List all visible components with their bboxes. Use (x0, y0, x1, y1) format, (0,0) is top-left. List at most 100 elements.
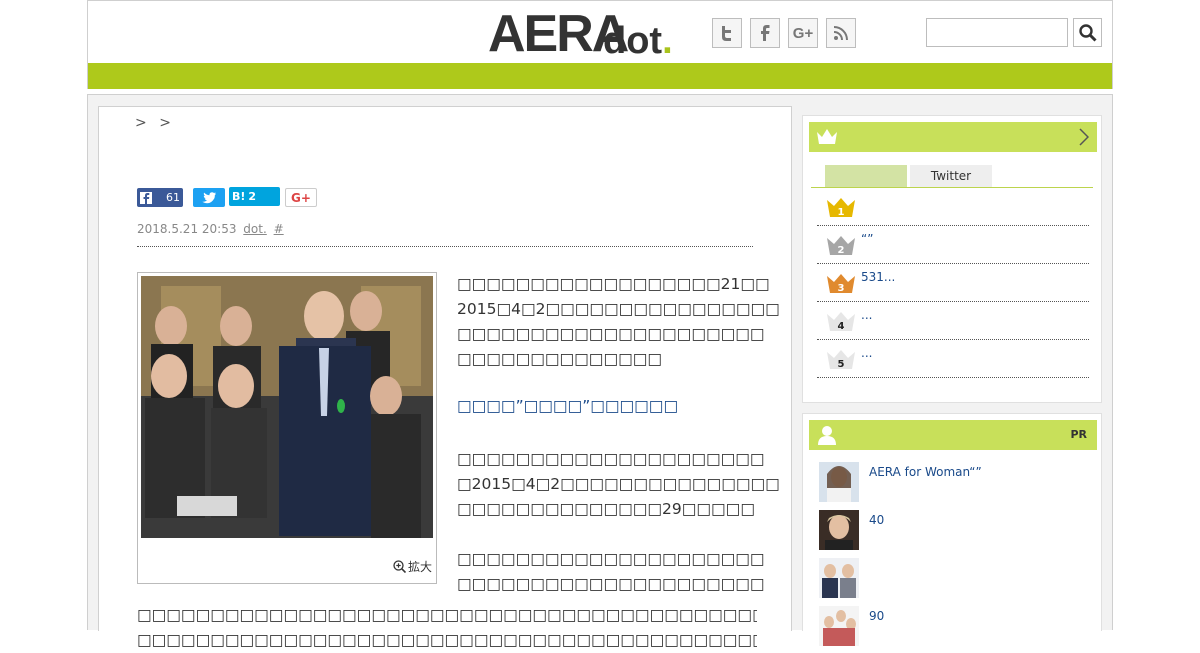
logo-dot: dot. (603, 21, 673, 61)
nav-bar (88, 63, 1112, 89)
pr-header: PR (809, 420, 1097, 450)
ranking-item[interactable]: 5 ... (817, 340, 1089, 378)
rank-number: 5 (838, 359, 845, 370)
paragraph-line: □□□□□□□□□□□□□□□□□□21□□ (457, 275, 770, 293)
facebook-icon (140, 191, 152, 204)
pr-label: PR (1070, 428, 1087, 441)
pr-item[interactable]: 40 (819, 510, 1099, 550)
google-plus-button[interactable]: G+ (788, 18, 818, 48)
facebook-button[interactable] (750, 18, 780, 48)
hatena-count: 2 (248, 190, 257, 203)
section-subhead: □□□□”□□□□”□□□□□□ (457, 397, 679, 415)
ranking-item[interactable]: 2 “” (817, 226, 1089, 264)
logo-dot-text: dot (603, 20, 663, 62)
rank-3-crown-icon: 3 (827, 274, 855, 294)
ranking-item-text: ... (861, 346, 873, 360)
rank-5-crown-icon: 5 (827, 350, 855, 370)
pr-thumbnail (819, 606, 859, 646)
google-plus-icon: G+ (792, 24, 814, 42)
breadcrumb: > > (135, 115, 179, 131)
ranking-item[interactable]: 4 ... (817, 302, 1089, 340)
ranking-item[interactable]: 3 531... (817, 264, 1089, 302)
paragraph-1: □□□□□□□□□□□□□□□□□□21□□ 2015□4□2□□□□□□□□□… (457, 272, 780, 372)
facebook-share-count: 61 (166, 191, 180, 204)
tab-access[interactable] (825, 165, 907, 187)
meta-divider (137, 246, 753, 247)
pr-item-text: 90 (869, 609, 885, 623)
facebook-share-button[interactable]: 61 (137, 188, 183, 207)
ranking-item-text: “” (861, 232, 874, 246)
rank-4-crown-icon: 4 (827, 312, 855, 332)
photo-illustration (141, 276, 433, 538)
paragraph-line: 2015□4□2□□□□□□□□□□□□□□□□ (457, 300, 780, 318)
rank-1-crown-icon: 1 (827, 198, 855, 218)
rank-number: 1 (838, 207, 845, 218)
search-icon (1078, 23, 1097, 42)
site-logo[interactable]: AERA dot. (488, 7, 683, 61)
site-header: AERA dot. G+ (87, 0, 1113, 89)
chevron-right-icon (1079, 128, 1089, 146)
paragraph-line: □□□□□□□□□□□□□□□□□□□□□ (457, 550, 765, 568)
paragraph-4: □□□□□□□□□□□□□□□□□□□□□□□□□□□□□□□□□□□□□□□□… (137, 603, 757, 653)
ranking-header[interactable] (809, 122, 1097, 152)
pr-item-text: 40 (869, 513, 885, 527)
breadcrumb-chevron[interactable]: > (159, 115, 171, 131)
ranking-item[interactable]: 1 (817, 188, 1089, 226)
breadcrumb-chevron[interactable]: > (135, 115, 147, 131)
paragraph-line: □□□□□□□□□□□□□□□□□□□□□□□□□□□□□□□□□□□□□□□□… (137, 631, 757, 649)
pr-item[interactable]: AERA for Woman“” (819, 462, 1099, 502)
hatena-label: B! (232, 190, 246, 203)
source-link[interactable]: dot. (243, 222, 266, 236)
ranking-tabs: Twitter (825, 165, 992, 187)
google-plus-share-button[interactable]: G+ (285, 188, 317, 207)
article-photo[interactable]: 拡大 (137, 272, 437, 584)
twitter-icon (722, 26, 731, 41)
twitter-button[interactable] (712, 18, 742, 48)
article-date: 2018.5.21 20:53 (137, 222, 237, 236)
crown-icon (817, 129, 837, 144)
pr-thumbnail (819, 462, 859, 502)
twitter-share-button[interactable] (193, 188, 225, 207)
zoom-in-icon (393, 560, 406, 573)
ranking-panel: Twitter 1 2 “” 3 531... 4 ... 5 ... (802, 115, 1102, 403)
pr-item[interactable] (819, 558, 1099, 598)
paragraph-line: □□□□□□□□□□□□□□29□□□□□ (457, 500, 755, 518)
search-button[interactable] (1073, 18, 1102, 47)
tab-twitter[interactable]: Twitter (910, 165, 992, 187)
person-icon (818, 426, 836, 445)
content-area: > > 61 B! 2 G+ 2018.5.21 20:53 dot. # 拡大… (87, 94, 1113, 649)
rank-number: 3 (838, 283, 845, 294)
rank-number: 4 (838, 321, 845, 332)
photo-image (141, 276, 433, 538)
article-meta: 2018.5.21 20:53 dot. # (137, 222, 284, 236)
article-container: > > 61 B! 2 G+ 2018.5.21 20:53 dot. # 拡大… (98, 106, 792, 649)
facebook-icon (761, 25, 770, 41)
hash-link[interactable]: # (274, 222, 284, 236)
ranking-item-text: 531... (861, 270, 896, 284)
rank-number: 2 (838, 245, 845, 256)
logo-period: . (662, 20, 673, 62)
pr-item[interactable]: 90 (819, 606, 1099, 646)
rank-2-crown-icon: 2 (827, 236, 855, 256)
hatena-bookmark-button[interactable]: B! 2 (229, 187, 280, 206)
rss-button[interactable] (826, 18, 856, 48)
pr-item-text: AERA for Woman“” (869, 465, 982, 479)
zoom-label: 拡大 (407, 560, 432, 574)
paragraph-line: □□□□□□□□□□□□□□□□□□□□□ (457, 450, 765, 468)
paragraph-line: □□□□□□□□□□□□□□□□□□□□□ (457, 325, 765, 343)
zoom-button[interactable]: 拡大 (393, 558, 432, 575)
ranking-item-text: ... (861, 308, 873, 322)
paragraph-3: □□□□□□□□□□□□□□□□□□□□□ □□□□□□□□□□□□□□□□□□… (457, 547, 765, 597)
paragraph-line: □□□□□□□□□□□□□□ (457, 350, 663, 368)
paragraph-line: □2015□4□2□□□□□□□□□□□□□□□ (457, 475, 780, 493)
rss-icon (833, 26, 848, 41)
paragraph-line: □□□□□□□□□□□□□□□□□□□□□□□□□□□□□□□□□□□□□□□□… (137, 606, 757, 624)
paragraph-line: □□□□□□□□□□□□□□□□□□□□□ (457, 575, 765, 593)
pr-thumbnail (819, 510, 859, 550)
twitter-bird-icon (202, 191, 216, 203)
pr-panel: PR AERA for Woman“” 40 90 (802, 413, 1102, 646)
paragraph-2: □□□□□□□□□□□□□□□□□□□□□ □2015□4□2□□□□□□□□□… (457, 447, 780, 522)
pr-thumbnail (819, 558, 859, 598)
search-input[interactable] (926, 18, 1068, 47)
google-plus-icon: G+ (291, 190, 311, 205)
